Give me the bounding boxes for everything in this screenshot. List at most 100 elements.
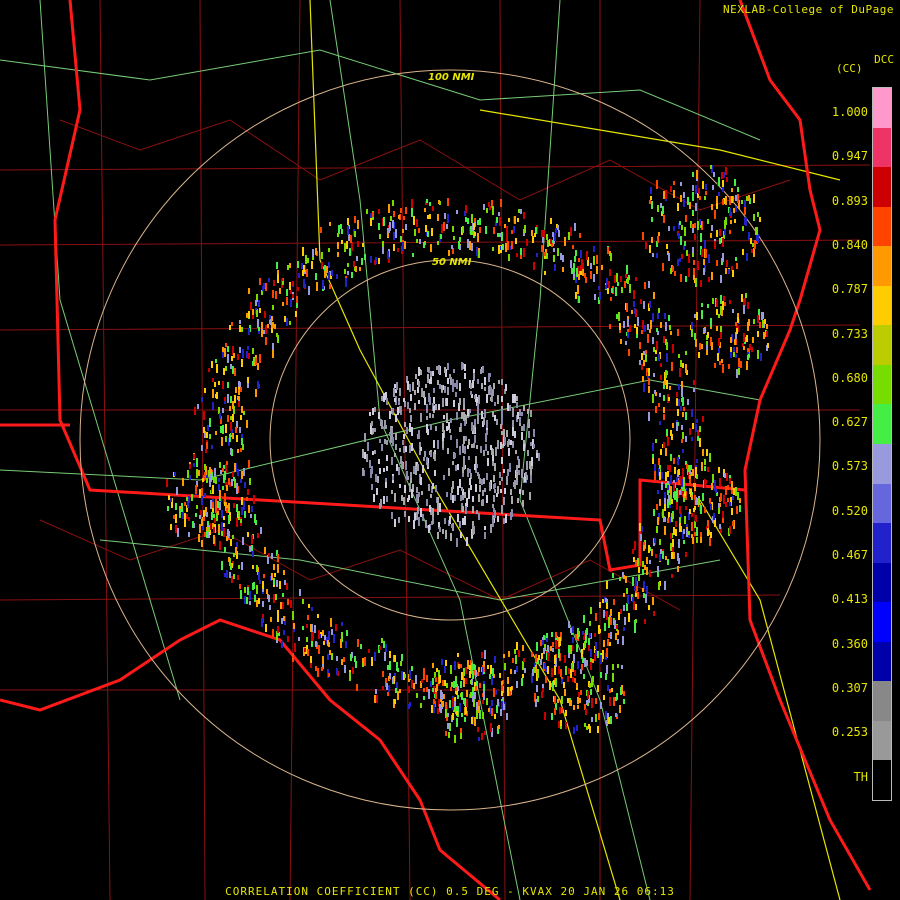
echo-pixel: [399, 448, 401, 452]
echo-pixel: [227, 394, 229, 403]
echo-pixel: [364, 452, 366, 459]
echo-pixel: [484, 532, 486, 539]
echo-pixel: [218, 484, 220, 491]
echo-pixel: [483, 417, 485, 425]
echo-pixel: [447, 713, 449, 717]
echo-pixel: [501, 701, 503, 710]
echo-pixel: [234, 463, 236, 472]
echo-pixel: [732, 496, 734, 500]
echo-pixel: [511, 241, 513, 249]
echo-pixel: [695, 515, 697, 522]
echo-pixel: [577, 661, 579, 669]
echo-pixel: [706, 345, 708, 350]
echo-pixel: [510, 669, 512, 674]
echo-pixel: [465, 667, 467, 674]
echo-pixel: [547, 666, 549, 674]
echo-pixel: [500, 709, 502, 716]
echo-pixel: [472, 687, 474, 696]
echo-pixel: [609, 642, 611, 646]
scale-segment: [873, 285, 891, 326]
echo-pixel: [445, 709, 447, 718]
echo-pixel: [668, 397, 670, 401]
echo-pixel: [508, 448, 510, 456]
echo-pixel: [665, 322, 667, 331]
echo-pixel: [731, 188, 733, 192]
echo-pixel: [474, 692, 476, 699]
echo-pixel: [691, 495, 693, 499]
echo-pixel: [428, 393, 430, 402]
echo-pixel: [457, 653, 459, 657]
echo-pixel: [479, 227, 481, 233]
echo-pixel: [409, 670, 411, 679]
echo-pixel: [602, 650, 604, 659]
echo-pixel: [701, 344, 703, 349]
echo-pixel: [599, 292, 601, 300]
echo-pixel: [531, 679, 533, 683]
echo-pixel: [698, 188, 700, 194]
echo-pixel: [184, 521, 186, 527]
echo-pixel: [677, 329, 679, 336]
echo-pixel: [509, 405, 511, 411]
echo-pixel: [274, 324, 276, 329]
echo-pixel: [456, 380, 458, 389]
echo-pixel: [451, 245, 453, 249]
echo-pixel: [430, 244, 432, 252]
echo-pixel: [486, 698, 488, 705]
echo-pixel: [606, 665, 608, 674]
echo-pixel: [475, 670, 477, 677]
echo-pixel: [659, 553, 661, 561]
echo-pixel: [732, 270, 734, 277]
echo-pixel: [722, 301, 724, 310]
echo-pixel: [586, 628, 588, 635]
echo-pixel: [402, 440, 404, 445]
echo-pixel: [707, 332, 709, 338]
echo-pixel: [697, 261, 699, 270]
echo-pixel: [412, 253, 414, 257]
echo-pixel: [392, 437, 394, 446]
echo-pixel: [699, 426, 701, 432]
echo-pixel: [207, 425, 209, 431]
echo-pixel: [614, 275, 616, 283]
echo-pixel: [574, 670, 576, 676]
echo-pixel: [289, 321, 291, 325]
echo-pixel: [692, 469, 694, 476]
echo-pixel: [652, 394, 654, 403]
echo-pixel: [692, 172, 694, 177]
echo-pixel: [383, 641, 385, 648]
echo-pixel: [641, 353, 643, 360]
echo-pixel: [578, 296, 580, 303]
echo-pixel: [719, 361, 721, 365]
echo-pixel: [729, 196, 731, 205]
echo-pixel: [689, 470, 691, 474]
echo-pixel: [623, 593, 625, 597]
echo-pixel: [214, 468, 216, 477]
echo-pixel: [303, 265, 305, 272]
echo-pixel: [262, 581, 264, 589]
echo-pixel: [388, 228, 390, 233]
echo-pixel: [460, 681, 462, 688]
echo-pixel: [239, 325, 241, 332]
echo-pixel: [660, 449, 662, 455]
echo-pixel: [733, 347, 735, 352]
echo-pixel: [672, 423, 674, 428]
echo-pixel: [186, 497, 188, 501]
echo-pixel: [229, 406, 231, 411]
echo-pixel: [397, 407, 399, 415]
echo-pixel: [454, 697, 456, 701]
echo-pixel: [649, 570, 651, 577]
echo-pixel: [729, 300, 731, 304]
echo-pixel: [747, 355, 749, 360]
echo-pixel: [394, 398, 396, 402]
echo-pixel: [522, 645, 524, 651]
echo-pixel: [487, 458, 489, 466]
echo-pixel: [735, 206, 737, 212]
echo-pixel: [589, 621, 591, 626]
echo-pixel: [430, 681, 432, 687]
echo-pixel: [620, 687, 622, 695]
echo-pixel: [691, 437, 693, 441]
scale-segment: [873, 364, 891, 405]
echo-pixel: [427, 463, 429, 467]
echo-pixel: [554, 696, 556, 704]
echo-pixel: [374, 695, 376, 703]
echo-pixel: [272, 290, 274, 298]
